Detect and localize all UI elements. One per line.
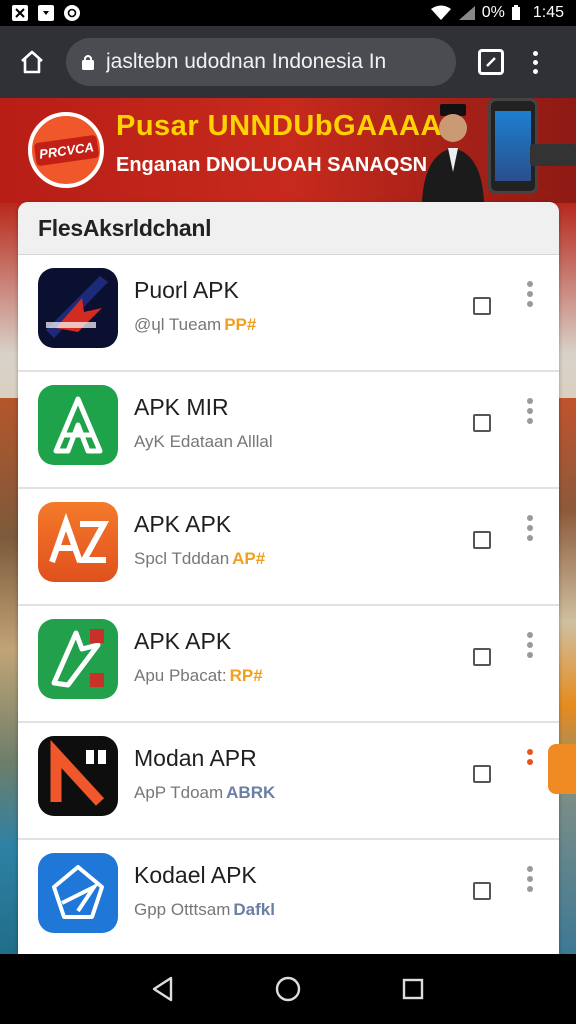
orange-az-app-icon (38, 502, 118, 582)
app-description: ApP Tdoam ABRK (134, 783, 276, 802)
banner-title: Pusar UNNDUbGAAAA (116, 110, 442, 142)
overflow-menu-button[interactable] (530, 50, 540, 74)
signal-icon (458, 6, 475, 20)
home-nav-button[interactable] (273, 974, 303, 1004)
sync-notification-icon (64, 5, 80, 21)
recents-button[interactable] (398, 974, 428, 1004)
list-item[interactable]: Kodael APK Gpp Otttsam Dafkl (18, 840, 559, 954)
recents-icon (403, 978, 424, 1000)
banner-logo: PRCVCA (28, 112, 104, 188)
back-icon (152, 976, 172, 1002)
battery-percent: 0% (481, 4, 505, 21)
app-description: Gpp Otttsam Dafkl (134, 900, 275, 919)
more-options-button[interactable] (527, 866, 533, 892)
select-checkbox[interactable] (473, 882, 491, 900)
home-button[interactable] (12, 42, 52, 82)
green-triangle-app-icon (38, 385, 118, 465)
more-options-button[interactable] (527, 281, 533, 307)
app-name: APK APK (134, 628, 232, 654)
more-options-button[interactable] (527, 632, 533, 658)
app-name: APK MIR (134, 394, 229, 420)
list-item[interactable]: Modan APR ApP Tdoam ABRK (18, 723, 559, 840)
app-name: Modan APR (134, 745, 257, 771)
app-name: Kodael APK (134, 862, 257, 888)
tab-switcher-button[interactable] (478, 49, 504, 75)
lock-icon (82, 55, 94, 70)
app-description: AyK Edataan Alllal (134, 432, 273, 451)
select-checkbox[interactable] (473, 531, 491, 549)
home-icon (21, 50, 43, 74)
list-header: FlesAksrldchanl (18, 202, 559, 255)
side-pull-tab[interactable] (548, 744, 576, 794)
battery-icon (511, 5, 520, 20)
app-name: Puorl APK (134, 277, 239, 303)
banner-person-image (422, 104, 484, 203)
list-item[interactable]: APK APK Spcl Tdddan AP# (18, 489, 559, 606)
system-nav-bar (0, 954, 576, 1024)
url-text: jasltebn udodnan Indonesia In (106, 50, 387, 73)
home-circle-icon (275, 976, 301, 1002)
app-list-card: FlesAksrldchanl Puorl APK @ɥl Tueam PP# A… (18, 202, 559, 954)
tabs-icon (486, 57, 496, 67)
list-item[interactable]: Puorl APK @ɥl Tueam PP# (18, 255, 559, 372)
status-bar: 0% 1:45 (0, 0, 576, 26)
wifi-icon (430, 5, 451, 20)
promo-banner[interactable]: PRCVCA Pusar UNNDUbGAAAA Enganan DNOLUOA… (0, 98, 576, 203)
address-bar[interactable]: jasltebn udodnan Indonesia In (66, 38, 456, 86)
more-options-button[interactable] (527, 515, 533, 541)
select-checkbox[interactable] (473, 765, 491, 783)
clock: 1:45 (532, 4, 564, 21)
app-description: Apu Pbacat: RP# (134, 666, 263, 685)
banner-subtitle: Enganan DNOLUOAH SANAQSN (116, 154, 428, 176)
app-description: @ɥl Tueam PP# (134, 315, 257, 334)
app-name: APK APK (134, 511, 232, 537)
green-arrow-app-icon (38, 619, 118, 699)
list-item[interactable]: APK APK Apu Pbacat: RP# (18, 606, 559, 723)
more-options-button[interactable] (527, 749, 533, 765)
browser-toolbar: jasltebn udodnan Indonesia In (0, 26, 576, 98)
web-page: PRCVCA Pusar UNNDUbGAAAA Enganan DNOLUOA… (0, 98, 576, 954)
gallery-notification-icon (12, 5, 28, 21)
select-checkbox[interactable] (473, 648, 491, 666)
blue-star-app-icon (38, 853, 118, 933)
banner-device-image (530, 144, 576, 166)
back-button[interactable] (148, 974, 178, 1004)
select-checkbox[interactable] (473, 414, 491, 432)
list-item[interactable]: APK MIR AyK Edataan Alllal (18, 372, 559, 489)
black-n-app-icon (38, 736, 118, 816)
more-options-button[interactable] (527, 398, 533, 424)
download-notification-icon (38, 5, 54, 21)
dark-blue-arrow-app-icon (38, 268, 118, 348)
select-checkbox[interactable] (473, 297, 491, 315)
app-description: Spcl Tdddan AP# (134, 549, 266, 568)
